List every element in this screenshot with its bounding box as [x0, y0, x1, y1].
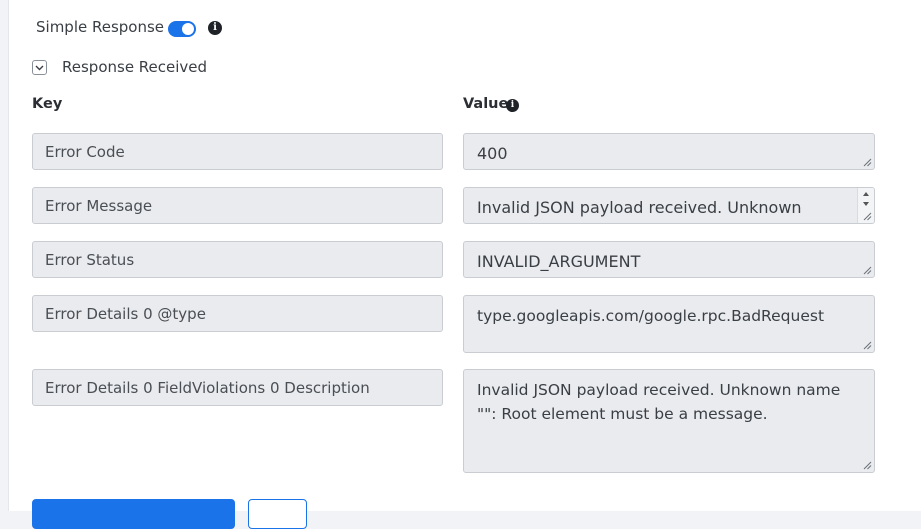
key-field-error-code[interactable]: Error Code — [32, 133, 443, 170]
key-field-error-details-description[interactable]: Error Details 0 FieldViolations 0 Descri… — [32, 369, 443, 406]
scroll-down-icon[interactable] — [858, 199, 874, 209]
value-field-error-details-type[interactable]: type.googleapis.com/google.rpc.BadReques… — [463, 295, 875, 353]
resize-handle-icon[interactable] — [863, 266, 872, 275]
resize-handle-icon[interactable] — [863, 341, 872, 350]
info-icon[interactable]: i — [506, 99, 519, 112]
simple-response-toggle[interactable] — [168, 21, 196, 37]
chevron-down-icon[interactable] — [32, 60, 47, 75]
resize-handle-icon[interactable] — [863, 461, 872, 470]
response-received-label: Response Received — [62, 58, 208, 76]
toggle-knob — [182, 23, 194, 35]
value-text: 400 — [477, 144, 508, 163]
info-icon[interactable]: i — [208, 21, 222, 35]
key-column-header: Key — [32, 96, 63, 112]
scroll-up-icon[interactable] — [858, 189, 874, 199]
simple-response-label: Simple Response — [36, 18, 165, 36]
value-text: INVALID_ARGUMENT — [477, 252, 641, 271]
value-text: Invalid JSON payload received. Unknown n… — [477, 198, 827, 223]
value-field-error-code[interactable]: 400 — [463, 133, 875, 170]
resize-handle-icon[interactable] — [863, 158, 872, 167]
value-text: Invalid JSON payload received. Unknown n… — [477, 381, 841, 423]
value-text: type.googleapis.com/google.rpc.BadReques… — [477, 307, 825, 325]
key-field-error-message[interactable]: Error Message — [32, 187, 443, 224]
value-column-header: Value — [463, 96, 509, 112]
resize-handle-icon[interactable] — [863, 212, 872, 221]
key-field-error-details-type[interactable]: Error Details 0 @type — [32, 295, 443, 332]
value-field-error-details-description[interactable]: Invalid JSON payload received. Unknown n… — [463, 369, 875, 473]
secondary-action-button[interactable] — [248, 499, 307, 529]
key-field-error-status[interactable]: Error Status — [32, 241, 443, 278]
value-field-error-message[interactable]: Invalid JSON payload received. Unknown n… — [463, 187, 875, 224]
value-field-error-status[interactable]: INVALID_ARGUMENT — [463, 241, 875, 278]
primary-action-button[interactable] — [32, 499, 235, 529]
